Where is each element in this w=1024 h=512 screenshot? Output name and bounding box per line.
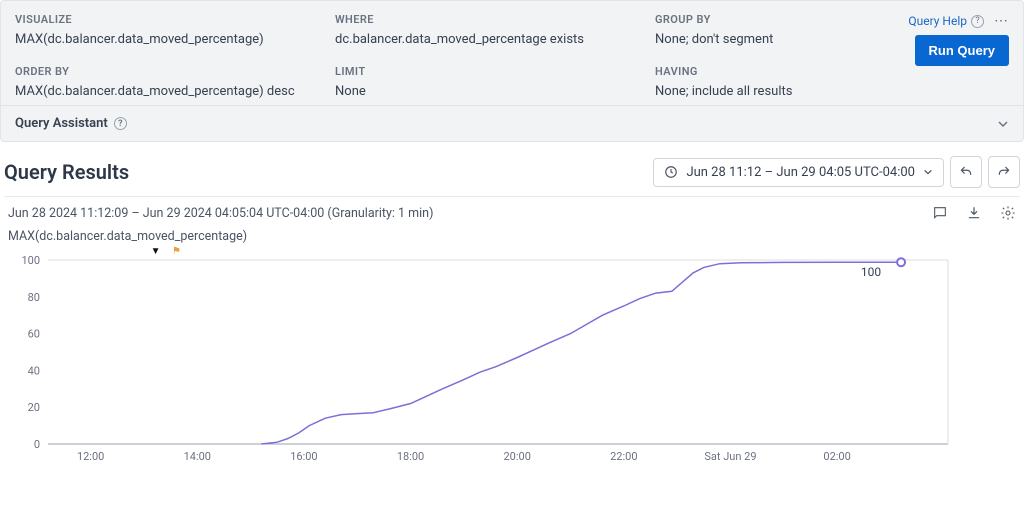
help-icon: ? xyxy=(971,15,984,28)
visualize-clause[interactable]: VISUALIZE MAX(dc.balancer.data_moved_per… xyxy=(15,13,335,47)
redo-button[interactable] xyxy=(988,156,1020,188)
results-title: Query Results xyxy=(4,160,129,184)
results-header: Query Results Jun 28 11:12 – Jun 29 04:0… xyxy=(0,156,1024,188)
groupby-clause[interactable]: GROUP BY None; don't segment xyxy=(655,13,905,47)
gear-icon xyxy=(1000,205,1016,221)
where-value: dc.balancer.data_moved_percentage exists xyxy=(335,32,655,47)
limit-value: None xyxy=(335,84,655,99)
marker-flag-icon[interactable]: ⚑ xyxy=(172,246,181,257)
having-label: HAVING xyxy=(655,65,905,78)
query-assistant-label: Query Assistant xyxy=(15,116,108,131)
svg-text:Sat Jun 29: Sat Jun 29 xyxy=(704,450,756,463)
download-icon xyxy=(966,205,982,221)
orderby-value: MAX(dc.balancer.data_moved_percentage) d… xyxy=(15,84,335,99)
svg-text:02:00: 02:00 xyxy=(823,450,850,463)
chart-area: MAX(dc.balancer.data_moved_percentage) ▼… xyxy=(0,229,1024,466)
visualize-label: VISUALIZE xyxy=(15,13,335,26)
chevron-down-icon xyxy=(997,118,1009,130)
timestamp-row: Jun 28 2024 11:12:09 – Jun 29 2024 04:05… xyxy=(0,205,1024,221)
svg-text:16:00: 16:00 xyxy=(290,450,317,463)
svg-text:12:00: 12:00 xyxy=(77,450,104,463)
chevron-down-icon xyxy=(923,167,933,177)
download-button[interactable] xyxy=(966,205,982,221)
divider xyxy=(4,196,1020,197)
comment-icon xyxy=(932,205,948,221)
visualize-value: MAX(dc.balancer.data_moved_percentage) xyxy=(15,32,335,47)
limit-label: LIMIT xyxy=(335,65,655,78)
having-value: None; include all results xyxy=(655,84,905,99)
chart-markers: ▼⚑ xyxy=(8,246,1016,256)
query-help-text: Query Help xyxy=(908,14,967,28)
limit-clause[interactable]: LIMIT None xyxy=(335,65,655,99)
chart-title: MAX(dc.balancer.data_moved_percentage) xyxy=(8,229,1016,244)
having-clause[interactable]: HAVING None; include all results xyxy=(655,65,905,99)
settings-button[interactable] xyxy=(1000,205,1016,221)
undo-button[interactable] xyxy=(950,156,982,188)
svg-text:40: 40 xyxy=(28,364,40,377)
query-help-link[interactable]: Query Help ? xyxy=(908,14,984,28)
undo-icon xyxy=(959,165,973,179)
svg-text:20:00: 20:00 xyxy=(503,450,530,463)
svg-text:18:00: 18:00 xyxy=(397,450,424,463)
svg-text:100: 100 xyxy=(861,265,881,279)
svg-text:0: 0 xyxy=(34,438,40,451)
svg-text:20: 20 xyxy=(28,401,40,414)
comment-button[interactable] xyxy=(932,205,948,221)
run-query-button[interactable]: Run Query xyxy=(915,35,1009,66)
svg-text:80: 80 xyxy=(28,291,40,304)
marker-caret-icon[interactable]: ▼ xyxy=(151,246,161,257)
svg-text:22:00: 22:00 xyxy=(610,450,637,463)
help-icon: ? xyxy=(114,117,127,130)
groupby-value: None; don't segment xyxy=(655,32,905,47)
more-menu-button[interactable]: ⋯ xyxy=(994,13,1009,29)
time-range-text: Jun 28 11:12 – Jun 29 04:05 UTC-04:00 xyxy=(686,165,915,180)
where-label: WHERE xyxy=(335,13,655,26)
redo-icon xyxy=(997,165,1011,179)
svg-text:100: 100 xyxy=(21,256,40,267)
clock-icon xyxy=(664,165,678,179)
orderby-clause[interactable]: ORDER BY MAX(dc.balancer.data_moved_perc… xyxy=(15,65,335,99)
svg-text:60: 60 xyxy=(28,328,40,341)
timestamp-text: Jun 28 2024 11:12:09 – Jun 29 2024 04:05… xyxy=(8,206,433,221)
where-clause[interactable]: WHERE dc.balancer.data_moved_percentage … xyxy=(335,13,655,47)
query-builder-panel: VISUALIZE MAX(dc.balancer.data_moved_per… xyxy=(0,0,1024,106)
query-assistant-toggle[interactable]: Query Assistant ? xyxy=(0,106,1024,142)
orderby-label: ORDER BY xyxy=(15,65,335,78)
time-range-button[interactable]: Jun 28 11:12 – Jun 29 04:05 UTC-04:00 xyxy=(653,158,944,187)
groupby-label: GROUP BY xyxy=(655,13,905,26)
svg-text:14:00: 14:00 xyxy=(184,450,211,463)
line-chart[interactable]: 0 20 40 60 80 100 12:00 14:00 16:00 18:00 20:00 22:… xyxy=(8,256,1008,466)
